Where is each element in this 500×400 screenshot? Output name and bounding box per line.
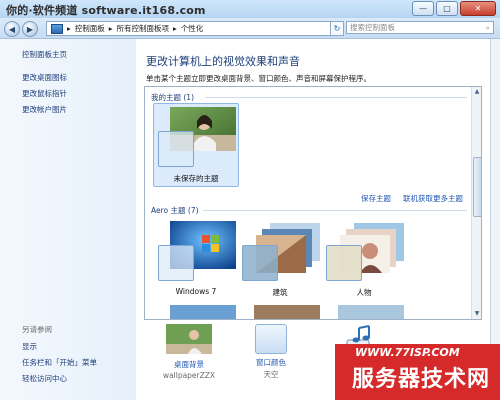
address-bar[interactable]: ▸ 控制面板 ▸ 所有控制面板项 ▸ 个性化 [46,21,332,36]
section-divider [205,97,467,98]
see-also-heading: 另请参阅 [22,325,52,334]
window-color-button[interactable]: 窗口颜色 天空 [236,324,306,380]
theme-unsaved-label: 未保存的主题 [173,174,219,183]
watermark-site-name: 服务器技术网 [352,367,491,392]
theme-windows7[interactable]: Windows 7 [155,221,237,296]
window-color-preview [158,245,194,281]
breadcrumb-control-panel[interactable]: 控制面板 [75,23,105,34]
window-color-preview [158,131,194,167]
breadcrumb-all-items[interactable]: 所有控制面板项 [117,23,170,34]
search-input[interactable]: 搜索控制面板 ⌕ [346,21,494,34]
control-panel-icon [51,23,63,34]
window-color-icon [255,324,287,354]
window-color-preview [242,245,278,281]
section-divider [203,210,467,211]
theme-architecture-thumbnail [240,221,320,283]
refresh-button[interactable]: ↻ [330,21,344,36]
theme-partial-thumbnail [324,305,404,319]
maximize-button[interactable]: □ [436,1,458,16]
theme-people-label: 人物 [356,288,372,297]
see-also-display[interactable]: 显示 [22,341,37,352]
window-color-preview [326,245,362,281]
sidebar-item-change-desktop-icons[interactable]: 更改桌面图标 [22,72,67,83]
theme-partial-thumbnail [156,305,236,319]
breadcrumb-personalization[interactable]: 个性化 [181,23,204,34]
scroll-up-icon[interactable]: ▲ [473,88,481,96]
breadcrumb-separator: ▸ [173,24,177,33]
navigation-bar: ◀ ▶ ▸ 控制面板 ▸ 所有控制面板项 ▸ 个性化 ↻ 搜索控制面板 ⌕ [0,18,500,39]
window-color-value: 天空 [263,370,279,379]
theme-list[interactable]: 我的主题 (1) 未保存的主题 保存主题 联机获取更多主题 Aero 主题 (7… [144,86,482,320]
scrollbar-thumb[interactable] [473,157,481,217]
theme-windows7-label: Windows 7 [175,287,217,296]
theme-windows7-thumbnail [156,221,236,283]
window-controls: — □ ✕ [412,1,496,16]
theme-architecture-label: 建筑 [272,288,288,297]
see-also-ease-of-access[interactable]: 轻松访问中心 [22,373,67,384]
personalization-window: 你的·软件频道 software.it168.com — □ ✕ ◀ ▶ ▸ 控… [0,0,500,400]
theme-unsaved-thumbnail [156,107,236,169]
window-color-label: 窗口颜色 [256,358,286,367]
sidebar-item-change-mouse-pointers[interactable]: 更改鼠标指针 [22,88,67,99]
partial-wallpaper-image [338,305,404,319]
theme-list-scrollbar[interactable]: ▲ ▼ [471,87,481,319]
theme-people-thumbnail [324,221,404,283]
my-themes-header: 我的主题 (1) [151,93,195,102]
close-button[interactable]: ✕ [460,1,496,16]
sidebar-item-change-account-picture[interactable]: 更改帐户图片 [22,104,67,115]
page-title: 更改计算机上的视觉效果和声音 [146,55,300,68]
theme-people[interactable]: 人物 [323,221,405,298]
desktop-background-value: wallpaperZZX [162,371,216,380]
theme-partial-3[interactable] [323,305,405,319]
sidebar: 控制面板主页 更改桌面图标 更改鼠标指针 更改帐户图片 另请参阅 显示 任务栏和… [0,39,136,400]
theme-partial-thumbnail [240,305,320,319]
breadcrumb-separator: ▸ [108,24,113,33]
top-watermark: 你的·软件频道 software.it168.com [6,4,206,17]
back-button[interactable]: ◀ [4,21,20,37]
theme-partial-2[interactable] [239,305,321,319]
get-more-themes-link[interactable]: 联机获取更多主题 [403,193,463,204]
desktop-background-label: 桌面背景 [174,360,204,369]
see-also-taskbar[interactable]: 任务栏和「开始」菜单 [22,357,97,368]
wallpaper-icon [166,324,212,354]
page-subtitle: 单击某个主题立即更改桌面背景、窗口颜色、声音和屏幕保护程序。 [146,74,371,83]
desktop-background-button[interactable]: 桌面背景 wallpaperZZX [154,324,224,380]
search-placeholder: 搜索控制面板 [350,23,395,32]
theme-partial-1[interactable] [155,305,237,319]
search-icon: ⌕ [485,22,490,32]
scroll-down-icon[interactable]: ▼ [473,310,481,318]
breadcrumb-separator: ▸ [67,24,71,33]
sidebar-item-control-panel-home[interactable]: 控制面板主页 [22,49,67,60]
save-theme-link[interactable]: 保存主题 [361,193,391,204]
title-bar: 你的·软件频道 software.it168.com — □ ✕ [0,0,500,18]
aero-themes-header: Aero 主题 (7) [151,206,199,215]
forward-button[interactable]: ▶ [22,21,38,37]
partial-wallpaper-image [254,305,320,319]
theme-architecture[interactable]: 建筑 [239,221,321,298]
partial-wallpaper-image [170,305,236,319]
watermark-url: WWW.77ISP.COM [355,346,460,359]
minimize-button[interactable]: — [412,1,434,16]
theme-unsaved[interactable]: 未保存的主题 [153,103,239,187]
